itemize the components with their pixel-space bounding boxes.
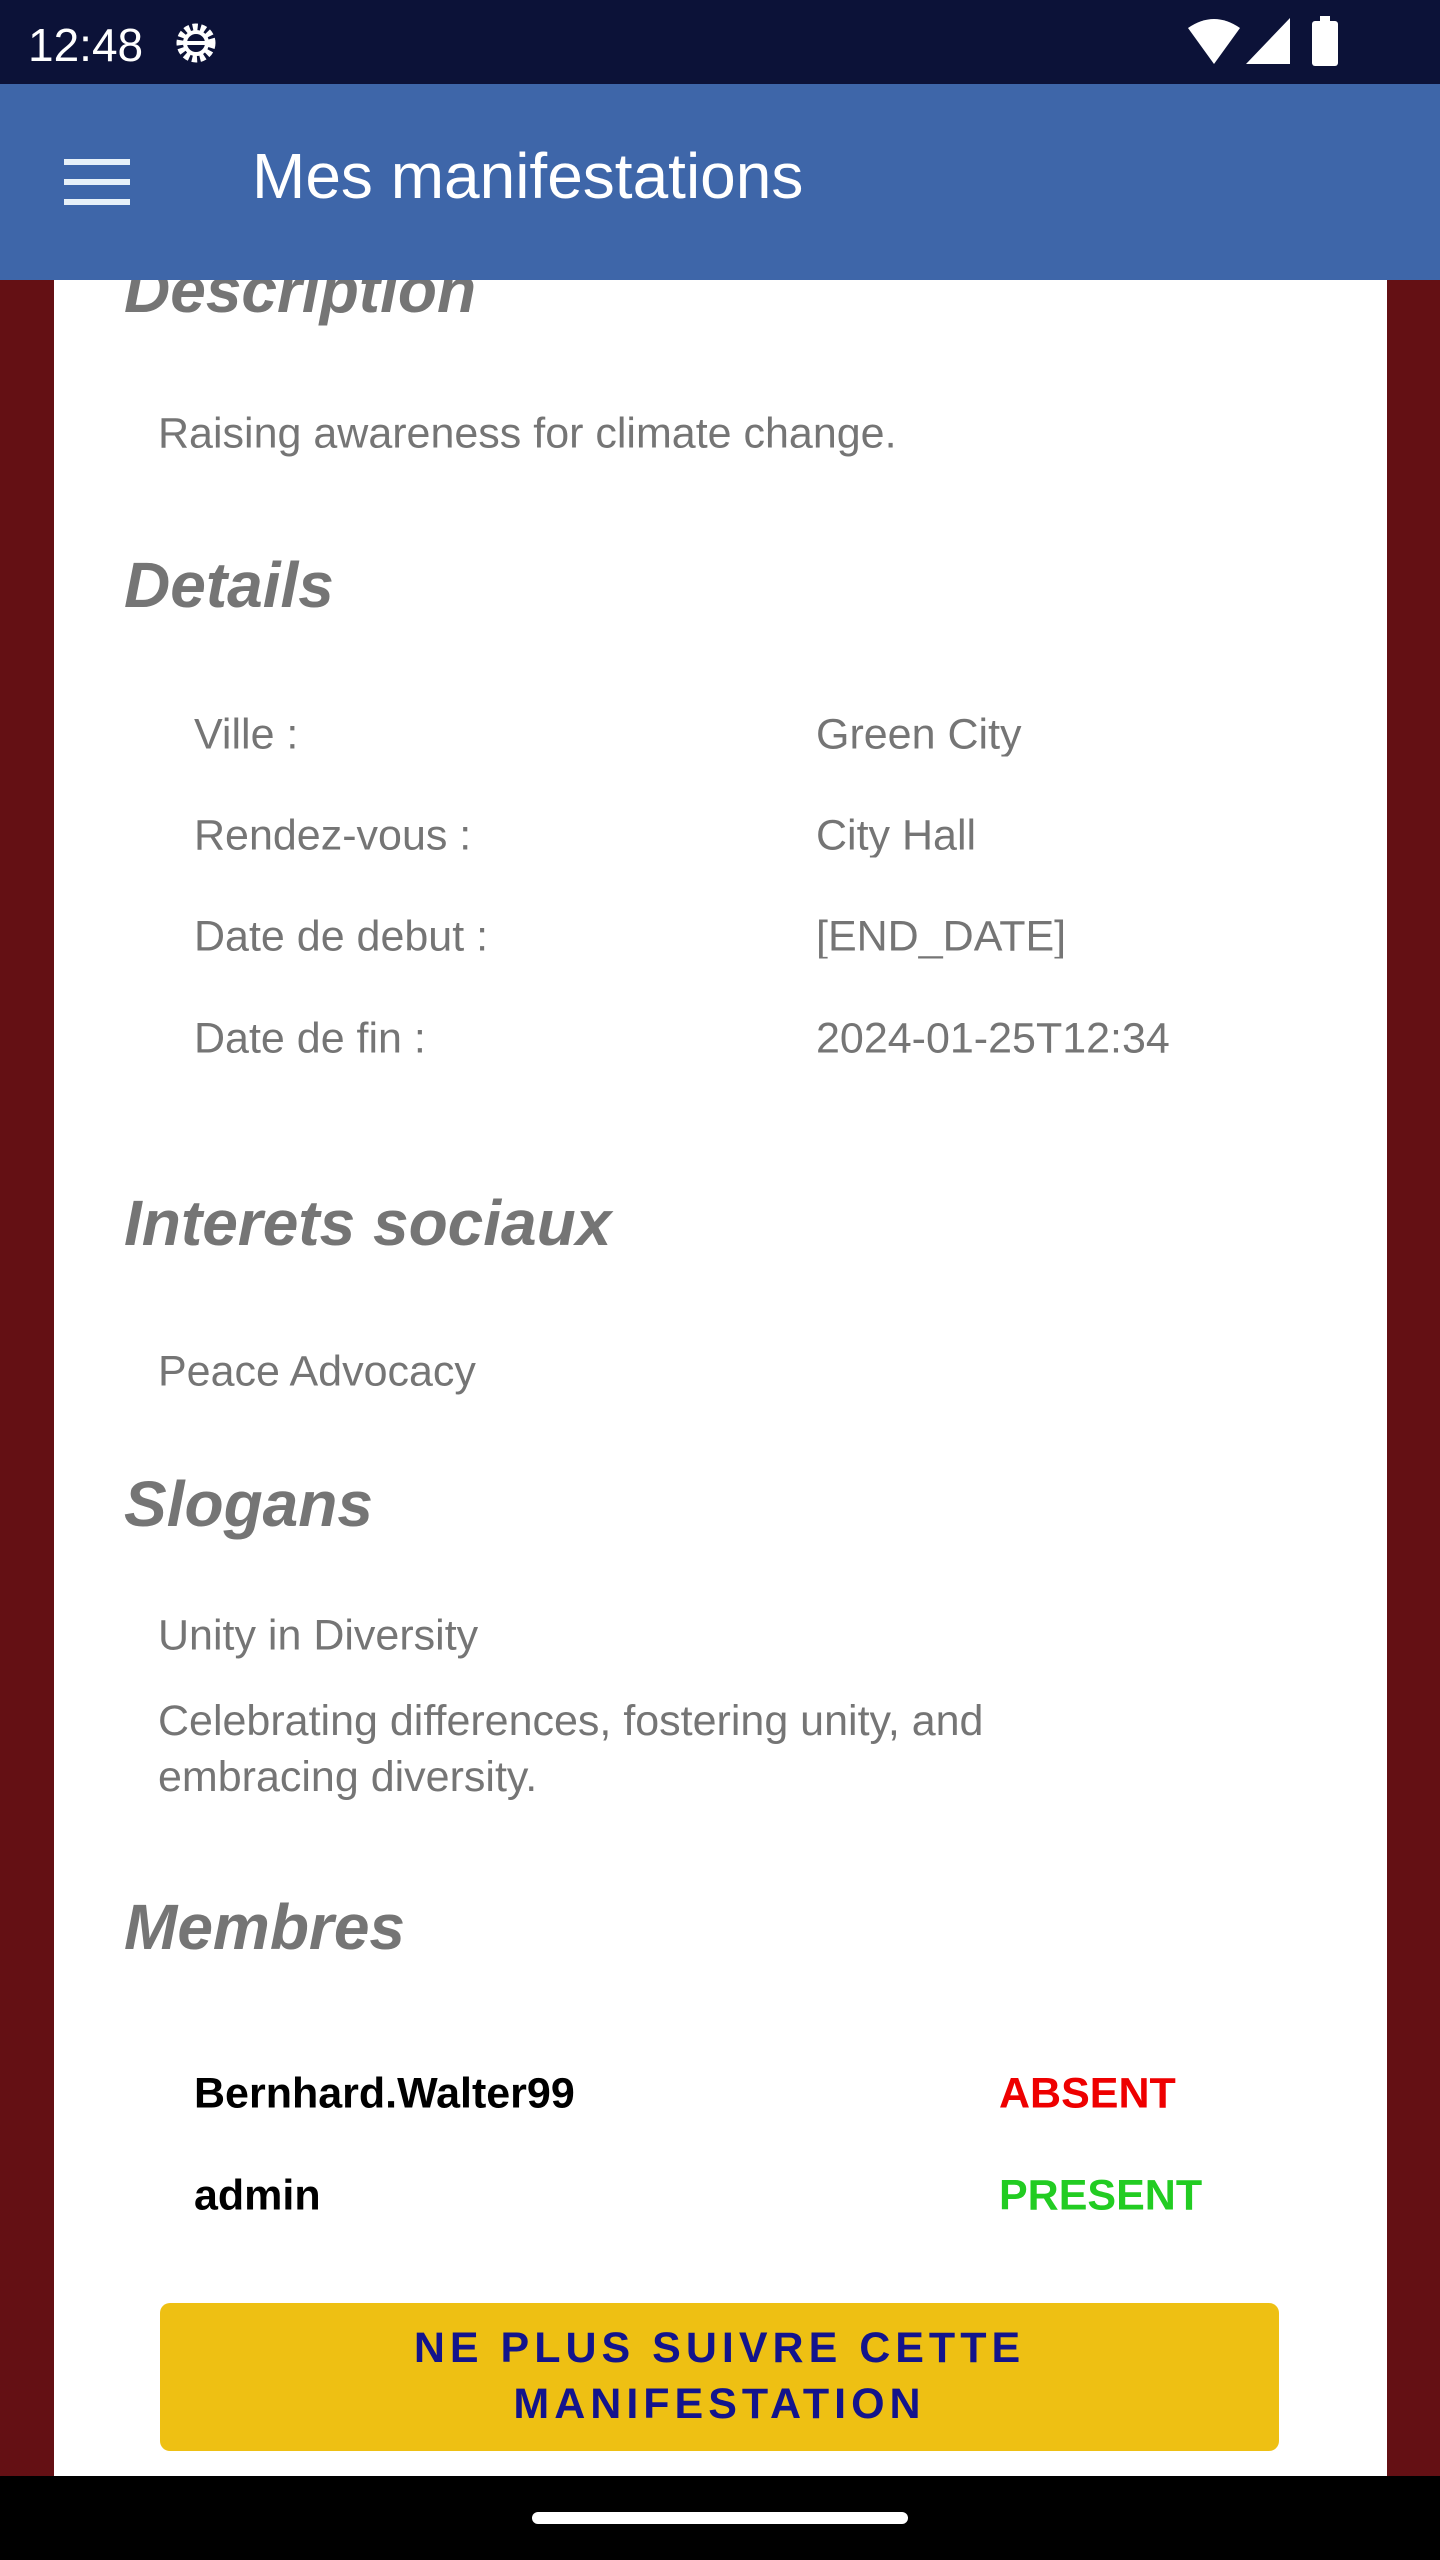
unfollow-button[interactable]: NE PLUS SUIVRE CETTE MANIFESTATION	[160, 2303, 1279, 2451]
interests-heading: Interets sociaux	[124, 1187, 612, 1259]
member-status-absent: ABSENT	[999, 2069, 1176, 2118]
home-gesture-handle[interactable]	[532, 2512, 908, 2524]
description-heading: Description	[124, 280, 477, 326]
detail-label-date-fin: Date de fin :	[194, 1014, 426, 1063]
slogans-heading: Slogans	[124, 1468, 373, 1540]
battery-icon	[1312, 16, 1338, 66]
slogan-description: Celebrating differences, fostering unity…	[158, 1697, 984, 1801]
detail-label-date-debut: Date de debut :	[194, 912, 489, 961]
menu-icon[interactable]	[64, 159, 130, 205]
detail-label-rendez-vous: Rendez-vous :	[194, 811, 472, 860]
slogan-title: Unity in Diversity	[158, 1611, 479, 1660]
status-bar: 12:48	[0, 0, 1440, 84]
interest-item: Peace Advocacy	[158, 1347, 476, 1396]
app-bar: Mes manifestations	[0, 84, 1440, 280]
detail-value-rendez-vous: City Hall	[816, 814, 977, 858]
detail-value-ville: Green City	[816, 713, 1022, 757]
members-heading: Membres	[124, 1891, 405, 1963]
description-text: Raising awareness for climate change.	[158, 409, 897, 458]
member-name: Bernhard.Walter99	[194, 2069, 575, 2118]
wifi-icon	[1188, 19, 1240, 64]
status-time: 12:48	[28, 19, 144, 71]
detail-value-date-debut: [END_DATE]	[816, 915, 1067, 959]
member-status-present: PRESENT	[999, 2171, 1203, 2220]
detail-value-date-fin: 2024-01-25T12:34	[816, 1017, 1170, 1061]
member-name: admin	[194, 2171, 321, 2220]
signal-icon	[1246, 18, 1290, 64]
settings-gear-icon	[176, 23, 216, 63]
navigation-bar	[0, 2476, 1440, 2560]
manifestation-detail-card: Description Raising awareness for climat…	[54, 280, 1387, 2476]
details-heading: Details	[124, 549, 334, 621]
page-title: Mes manifestations	[252, 140, 804, 212]
detail-label-ville: Ville :	[194, 710, 299, 759]
